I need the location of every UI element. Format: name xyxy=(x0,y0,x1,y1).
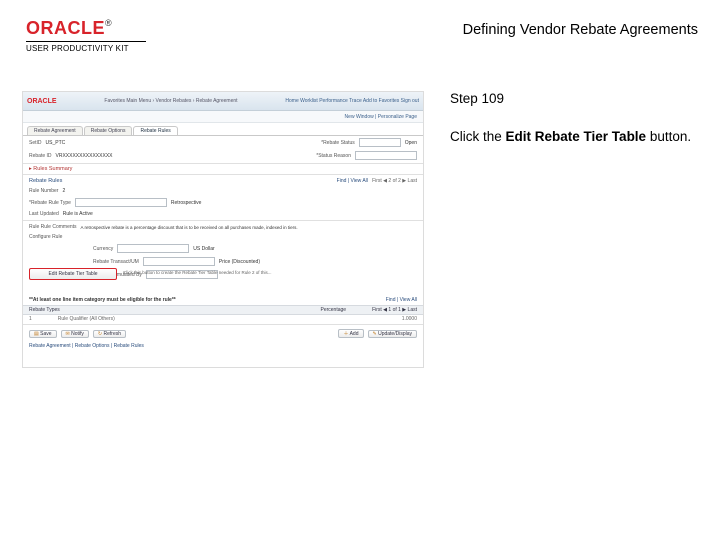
refresh-icon: ↻ xyxy=(98,331,102,337)
page-title: Defining Vendor Rebate Agreements xyxy=(463,22,698,38)
tab-rebate-agreement[interactable]: Rebate Agreement xyxy=(27,126,83,135)
ruleno-value: 2 xyxy=(62,188,65,194)
find-link-1[interactable]: Find | View All xyxy=(337,178,368,184)
transact-select[interactable] xyxy=(143,257,215,266)
status-value: Open xyxy=(405,140,417,146)
setid-value: US_PTC xyxy=(46,140,66,146)
instruction-bold: Edit Rebate Tier Table xyxy=(506,129,647,144)
add-icon: ＋ xyxy=(343,331,348,337)
app-logo: ORACLE xyxy=(27,98,57,105)
edit-note: Click this button to create the Rebate T… xyxy=(123,270,272,275)
tab-rebate-options[interactable]: Rebate Options xyxy=(84,126,133,135)
brand-kit: USER PRODUCTIVITY KIT xyxy=(26,44,146,53)
configure-label: Configure Rule xyxy=(29,234,62,240)
tabstrip: Rebate Agreement Rebate Options Rebate R… xyxy=(23,123,423,136)
grid-nav-1[interactable]: First ◀ 2 of 2 ▶ Last xyxy=(372,178,417,184)
rule-category-header: **At least one line item category must b… xyxy=(29,297,176,303)
row-value: 1.0000 xyxy=(402,316,417,322)
status-label: *Rebate Status xyxy=(321,140,355,146)
page-tools: New Window | Personalize Page xyxy=(23,111,423,123)
refresh-button[interactable]: ↻ Refresh xyxy=(93,330,126,338)
footer-tab-links[interactable]: Rebate Agreement | Rebate Options | Reba… xyxy=(23,341,423,351)
reason-label: *Status Reason xyxy=(316,153,351,159)
update-icon: ✎ xyxy=(373,331,377,337)
rebateid-value: VRXXXXXXXXXXXXXXX xyxy=(56,153,113,159)
header-links: Home Worklist Performance Trace Add to F… xyxy=(285,98,419,104)
status-select[interactable] xyxy=(359,138,401,147)
breadcrumb: Favorites Main Menu › Vendor Rebates › R… xyxy=(104,98,237,104)
lastupd-value: Rule is Active xyxy=(63,211,93,217)
setid-label: SetID xyxy=(29,140,42,146)
col-percentage: Percentage xyxy=(320,307,346,313)
currency-value: US Dollar xyxy=(193,246,214,252)
update-display-button[interactable]: ✎ Update/Display xyxy=(368,330,418,338)
brand-block: ORACLE® USER PRODUCTIVITY KIT xyxy=(26,18,146,53)
ruleno-label: Rule Number xyxy=(29,188,58,194)
tab-rebate-rules[interactable]: Rebate Rules xyxy=(133,126,177,135)
rebateid-label: Rebate ID xyxy=(29,153,52,159)
app-screenshot: ORACLE Favorites Main Menu › Vendor Reba… xyxy=(22,91,424,368)
table-header: Rebate Types Percentage First ◀ 1 of 1 ▶… xyxy=(23,305,423,315)
transact-value: Price (Discounted) xyxy=(219,259,260,265)
reason-select[interactable] xyxy=(355,151,417,160)
lastupd-label: Last Updated xyxy=(29,211,59,217)
notify-button[interactable]: ✉ Notify xyxy=(61,330,89,338)
currency-select[interactable] xyxy=(117,244,189,253)
table-row: 1 Rule Qualifier (All Others) 1.0000 xyxy=(23,315,423,323)
notify-icon: ✉ xyxy=(66,331,70,337)
find-link-2[interactable]: Find | View All xyxy=(386,297,417,303)
instruction-pre: Click the xyxy=(450,129,506,144)
currency-label: Currency xyxy=(93,246,113,252)
save-button[interactable]: ▤ Save xyxy=(29,330,57,338)
row-idx: 1 xyxy=(29,316,32,322)
brand-rule xyxy=(26,41,146,42)
col-category: Rebate Types xyxy=(29,307,60,313)
step-label: Step 109 xyxy=(450,91,691,106)
ruletype-label: *Rebate Rule Type xyxy=(29,200,71,206)
col-nav: First ◀ 1 of 1 ▶ Last xyxy=(372,307,417,313)
rulecmt-value: A retrospective rebate is a percentage d… xyxy=(81,225,298,230)
instruction-post: button. xyxy=(646,129,691,144)
section-rebate-rules: Rebate Rules xyxy=(29,178,62,184)
row-desc: Rule Qualifier (All Others) xyxy=(58,316,115,322)
add-button[interactable]: ＋ Add xyxy=(338,329,363,338)
ruletype-value: Retrospective xyxy=(171,200,202,206)
save-icon: ▤ xyxy=(34,331,39,337)
rulecmt-label: Rule Rule Comments xyxy=(29,224,77,230)
section-rules-summary[interactable]: ▸ Rules Summary xyxy=(23,165,423,173)
instruction-panel: Step 109 Click the Edit Rebate Tier Tabl… xyxy=(450,91,691,146)
ruletype-select[interactable] xyxy=(75,198,167,207)
brand-tm: ® xyxy=(105,18,112,28)
instruction-text: Click the Edit Rebate Tier Table button. xyxy=(450,128,691,146)
brand-logo: ORACLE xyxy=(26,18,105,38)
transact-label: Rebate Transact/UM xyxy=(93,259,139,265)
